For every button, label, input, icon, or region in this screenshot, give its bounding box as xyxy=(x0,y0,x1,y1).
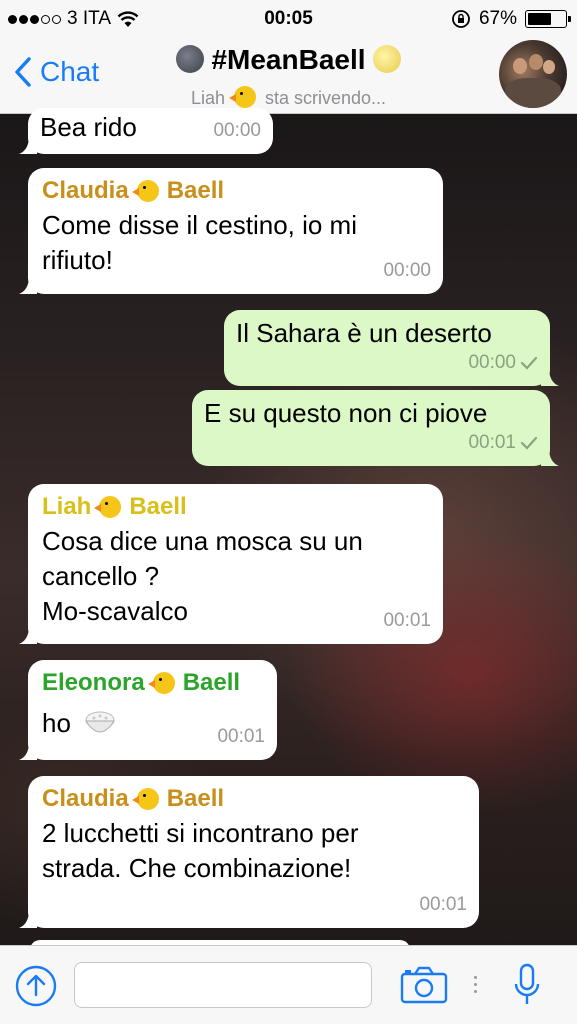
typing-user-name: Liah xyxy=(190,88,225,108)
typing-indicator: Liah sta scrivendo... xyxy=(0,86,577,109)
message-sender: Claudia Baell xyxy=(42,174,429,208)
chick-emoji-icon xyxy=(228,86,256,108)
message-time: 00:01 xyxy=(468,425,538,460)
share-button[interactable] xyxy=(14,964,58,1013)
bubble-tail xyxy=(19,136,37,154)
typing-status: sta scrivendo... xyxy=(265,88,387,108)
message-time: 00:00 xyxy=(213,120,261,141)
battery-percentage: 67% xyxy=(478,8,517,29)
sender-name: Claudia xyxy=(42,785,129,812)
status-bar: 3 ITA 00:05 67% xyxy=(0,0,577,38)
message-time: 00:01 xyxy=(383,610,431,631)
message-bubble[interactable]: E su questo non ci piove 00:01 xyxy=(192,390,559,466)
microphone-icon xyxy=(514,963,540,1004)
chick-emoji-icon xyxy=(131,788,159,810)
message-bubble[interactable]: Claudia Baell Come disse il cestino, io m… xyxy=(19,168,443,294)
message-bubble[interactable]: Liah Baell Cosa dice una mosca su un canc… xyxy=(19,484,443,644)
bubble-tail xyxy=(541,448,559,466)
checkmark-icon xyxy=(520,356,538,370)
message-text: Bea rido xyxy=(40,112,137,142)
chick-emoji-icon xyxy=(94,496,122,518)
group-avatar[interactable] xyxy=(499,40,567,108)
sender-name: Eleonora xyxy=(42,669,145,696)
message-text-line: Cosa dice una mosca su un xyxy=(42,526,363,556)
sender-name: Liah xyxy=(42,493,92,520)
message-text-value: ho xyxy=(42,708,71,738)
checkmark-icon xyxy=(520,436,538,450)
new-moon-emoji-icon xyxy=(175,45,204,73)
message-sender: Eleonora Baell xyxy=(42,666,263,700)
group-title[interactable]: #MeanBaell xyxy=(0,44,577,76)
message-sender: Liah Baell xyxy=(42,490,429,524)
full-moon-emoji-icon xyxy=(373,45,402,73)
camera-icon xyxy=(400,966,448,1004)
message-text-line: strada. Che combinazione! xyxy=(42,853,352,883)
group-name: #MeanBaell xyxy=(211,44,366,75)
message-bubble[interactable]: Claudia Baell 2 lucchetti si incontrano p… xyxy=(19,776,479,928)
bubble-tail xyxy=(19,742,37,760)
battery-icon xyxy=(525,10,571,28)
rice-bowl-emoji-icon xyxy=(85,711,116,733)
chick-emoji-icon xyxy=(147,672,175,694)
bubble-tail xyxy=(19,276,37,294)
message-time-value: 00:00 xyxy=(468,352,516,373)
voice-message-button[interactable] xyxy=(512,962,542,1013)
message-time: 00:00 xyxy=(383,260,431,281)
more-options-dots-icon xyxy=(474,976,478,993)
message-input[interactable] xyxy=(74,962,372,1008)
message-time: 00:01 xyxy=(217,726,265,747)
message-sender: Claudia Baell xyxy=(42,782,465,816)
upload-arrow-icon xyxy=(15,965,57,1007)
bubble-tail xyxy=(541,368,559,386)
message-text-line: 2 lucchetti si incontrano per xyxy=(42,818,359,848)
message-text-line: cancello ? xyxy=(42,561,160,591)
message-bubble[interactable]: Bea rido 00:00 xyxy=(19,108,273,154)
sender-suffix: Baell xyxy=(182,669,241,696)
message-text-line: Mo-scavalco xyxy=(42,596,188,626)
message-bubble[interactable]: Eleonora Baell ho 00:01 xyxy=(19,660,277,760)
message-text: Come disse il cestino, io mi rifiuto! xyxy=(42,210,357,275)
bubble-tail xyxy=(19,626,37,644)
chat-header: Chat #MeanBaell Liah sta scrivendo... xyxy=(0,38,577,114)
bubble-tail xyxy=(19,910,37,928)
sender-suffix: Baell xyxy=(166,177,225,204)
camera-button[interactable] xyxy=(400,966,448,1009)
message-time: 00:00 xyxy=(468,345,538,380)
rotation-lock-icon xyxy=(452,10,470,28)
message-time-value: 00:01 xyxy=(468,432,516,453)
chick-emoji-icon xyxy=(131,180,159,202)
message-input-bar xyxy=(0,945,577,1024)
message-time: 00:01 xyxy=(419,894,467,915)
sender-suffix: Baell xyxy=(166,785,225,812)
sender-name: Claudia xyxy=(42,177,129,204)
message-bubble[interactable]: Il Sahara è un deserto 00:00 xyxy=(224,310,559,386)
sender-suffix: Baell xyxy=(129,493,187,520)
